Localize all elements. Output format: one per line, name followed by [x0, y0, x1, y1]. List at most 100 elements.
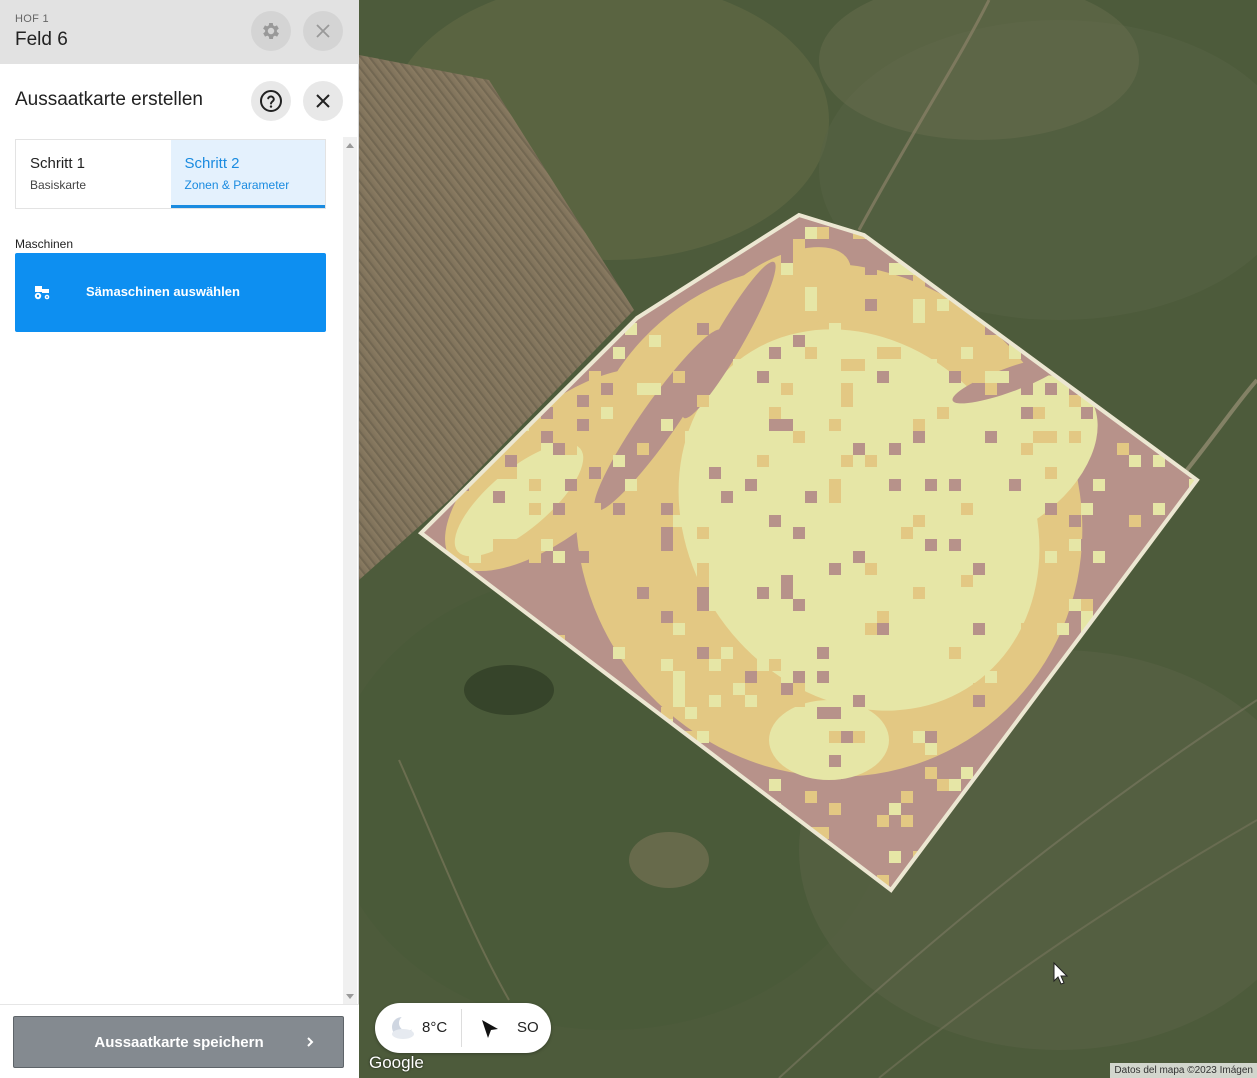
zone-pixel: [889, 719, 901, 731]
tree-cluster: [464, 665, 554, 715]
zone-pixel: [817, 335, 829, 347]
zone-pixel: [565, 443, 577, 455]
zone-pixel: [961, 767, 973, 779]
select-seeders-button[interactable]: Sämaschinen auswählen: [15, 253, 326, 332]
zone-pixel: [733, 407, 745, 419]
zone-pixel: [769, 395, 781, 407]
zone-pixel: [793, 719, 805, 731]
zone-pixel: [697, 455, 709, 467]
zone-pixel: [1069, 431, 1081, 443]
zone-pixel: [937, 347, 949, 359]
zone-pixel: [493, 467, 505, 479]
zone-pixel: [757, 587, 769, 599]
zone-pixel: [469, 551, 481, 563]
zone-pixel: [877, 383, 889, 395]
zone-pixel: [505, 467, 517, 479]
map-view[interactable]: 8°C SO Google Datos del mapa ©2023 Imáge…: [359, 0, 1257, 1078]
zone-pixel: [781, 419, 793, 431]
close-field-button[interactable]: [303, 11, 343, 51]
zone-pixel: [1129, 515, 1141, 527]
zone-pixel: [697, 587, 709, 599]
zone-pixel: [901, 815, 913, 827]
zone-pixel: [577, 419, 589, 431]
zone-pixel: [1081, 479, 1093, 491]
weather-divider: [461, 1009, 462, 1047]
zone-pixel: [709, 443, 721, 455]
zone-pixel: [829, 563, 841, 575]
step-title: Schritt 1: [30, 155, 86, 172]
sidebar-scrollbar[interactable]: [343, 137, 357, 1005]
zone-pixel: [1045, 539, 1057, 551]
zone-pixel: [985, 383, 997, 395]
zone-pixel: [757, 455, 769, 467]
zone-pixel: [685, 431, 697, 443]
zone-pixel: [769, 347, 781, 359]
zone-pixel: [997, 527, 1009, 539]
chevron-right-icon: [307, 1037, 314, 1047]
map-attribution[interactable]: Datos del mapa ©2023 Imágen: [1110, 1063, 1257, 1078]
zone-pixel: [649, 599, 661, 611]
weather-widget[interactable]: 8°C SO: [375, 1003, 551, 1053]
zone-pixel: [697, 563, 709, 575]
zone-pixel: [829, 599, 841, 611]
zone-pixel: [613, 347, 625, 359]
zone-pixel: [985, 431, 997, 443]
zone-pixel: [901, 791, 913, 803]
zone-pixel: [817, 647, 829, 659]
zone-pixel: [493, 491, 505, 503]
zone-pixel: [793, 683, 805, 695]
zone-pixel: [973, 563, 985, 575]
zone-pixel: [673, 671, 685, 683]
zone-pixel: [805, 347, 817, 359]
panel-title: Aussaatkarte erstellen: [15, 89, 203, 110]
scroll-down-arrow[interactable]: [346, 994, 354, 999]
zone-pixel: [613, 455, 625, 467]
zone-pixel: [805, 227, 817, 239]
zone-pixel: [1057, 599, 1069, 611]
zone-pixel: [961, 347, 973, 359]
zone-pixel: [577, 551, 589, 563]
zone-pixel: [745, 695, 757, 707]
zone-pixel: [949, 371, 961, 383]
zone-pixel: [1081, 407, 1093, 419]
zone-pixel: [781, 587, 793, 599]
scroll-up-arrow[interactable]: [346, 143, 354, 148]
zone-pixel: [781, 671, 793, 683]
zone-pixel: [829, 419, 841, 431]
zone-pixel: [733, 587, 745, 599]
zone-pixel: [637, 635, 649, 647]
zone-pixel: [805, 719, 817, 731]
zone-pixel: [1009, 479, 1021, 491]
zone-pixel: [661, 527, 673, 539]
save-seed-map-button[interactable]: Aussaatkarte speichern: [13, 1016, 344, 1068]
zone-pixel: [1081, 539, 1093, 551]
tractor-icon: [34, 286, 50, 300]
zone-pixel: [781, 251, 793, 263]
zone-pixel: [841, 779, 853, 791]
settings-button[interactable]: [251, 11, 291, 51]
zone-pixel: [1021, 551, 1033, 563]
tab-step-1[interactable]: Schritt 1 Basiskarte: [16, 140, 171, 208]
zone-pixel: [841, 635, 853, 647]
zone-pixel: [757, 551, 769, 563]
zone-pixel: [721, 491, 733, 503]
zone-pixel: [733, 311, 745, 323]
zone-pixel: [865, 803, 877, 815]
zone-pixel: [841, 455, 853, 467]
zone-pixel: [877, 815, 889, 827]
help-button[interactable]: [251, 81, 291, 121]
zone-pixel: [637, 587, 649, 599]
zone-pixel: [757, 659, 769, 671]
zone-pixel: [865, 299, 877, 311]
zone-pixel: [793, 335, 805, 347]
zone-pixel: [961, 623, 973, 635]
zone-pixel: [1033, 407, 1045, 419]
satellite-map[interactable]: [359, 0, 1257, 1078]
zone-pixel: [961, 467, 973, 479]
step-tabs: Schritt 1 Basiskarte Schritt 2 Zonen & P…: [15, 139, 326, 209]
zone-pixel: [553, 551, 565, 563]
tab-step-2[interactable]: Schritt 2 Zonen & Parameter: [170, 140, 325, 208]
zone-pixel: [829, 575, 841, 587]
zone-pixel: [841, 383, 853, 395]
close-panel-button[interactable]: [303, 81, 343, 121]
